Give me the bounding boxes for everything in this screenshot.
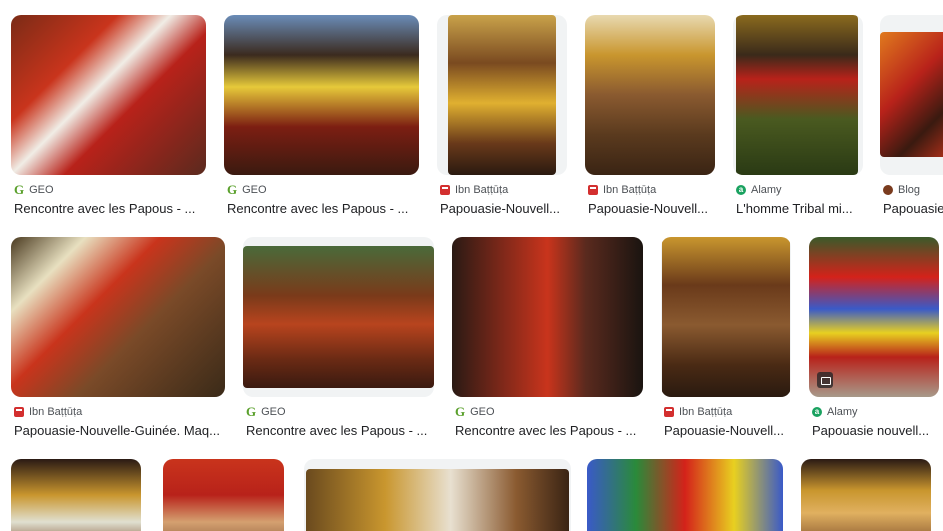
source-label: Ibn Baṭṭūṭa	[603, 184, 657, 196]
image-result[interactable]: G GEO Rencontre avec les Papous - ...	[243, 237, 434, 442]
result-thumbnail[interactable]	[11, 15, 206, 175]
source-label: Blog	[898, 184, 921, 196]
image-icon	[817, 372, 833, 388]
image-result[interactable]: Ibn Baṭṭūṭa Papouasie-Nouvelle-Guinée. M…	[11, 237, 225, 442]
result-title[interactable]: Papouasie nouvell...	[812, 423, 937, 441]
ibn-battuta-icon	[14, 407, 24, 417]
image-result[interactable]: G GEO Rencontre avec les Papous - ...	[11, 15, 206, 220]
result-thumbnail[interactable]	[11, 237, 225, 397]
result-title[interactable]: Papouasie-Nouvell...	[664, 423, 789, 441]
image-result[interactable]: Blog Papouasie	[880, 15, 943, 220]
source-label: GEO	[261, 406, 286, 418]
result-photo	[306, 469, 569, 531]
source-label: Alamy	[751, 184, 782, 196]
source-label: Ibn Baṭṭūṭa	[455, 184, 509, 196]
image-result[interactable]: Ibn Baṭṭūṭa Papouasie-Nouvell...	[585, 15, 715, 220]
result-thumbnail[interactable]	[587, 459, 783, 531]
result-source[interactable]: G GEO	[455, 405, 641, 419]
result-thumbnail[interactable]	[437, 15, 567, 175]
image-result[interactable]: Ibn Baṭṭūṭa Papouasie-Nouvell...	[661, 237, 791, 442]
source-label: GEO	[29, 184, 54, 196]
result-title[interactable]: Rencontre avec les Papous - ...	[455, 423, 641, 441]
result-photo	[448, 15, 556, 175]
image-result[interactable]: a Alamy Papouasie nouvell...	[809, 237, 939, 442]
image-result[interactable]	[11, 459, 141, 531]
result-source[interactable]: Ibn Baṭṭūṭa	[588, 183, 713, 197]
result-title[interactable]: Rencontre avec les Papous - ...	[246, 423, 432, 441]
image-result[interactable]: Ibn Baṭṭūṭa Papouasie-Nouvell...	[437, 15, 567, 220]
geo-icon: G	[227, 183, 238, 197]
result-source[interactable]: Blog	[883, 183, 943, 197]
source-label: Alamy	[827, 406, 858, 418]
result-thumbnail[interactable]	[452, 237, 643, 397]
result-thumbnail[interactable]	[163, 459, 284, 531]
result-photo	[243, 246, 434, 388]
ibn-battuta-icon	[664, 407, 674, 417]
result-thumbnail[interactable]	[585, 15, 715, 175]
source-label: GEO	[470, 406, 495, 418]
geo-icon: G	[14, 183, 25, 197]
result-source[interactable]: a Alamy	[736, 183, 861, 197]
image-result[interactable]	[587, 459, 783, 531]
result-source[interactable]: G GEO	[14, 183, 204, 197]
result-thumbnail[interactable]	[809, 237, 939, 397]
geo-icon: G	[455, 405, 466, 419]
ibn-battuta-icon	[588, 185, 598, 195]
result-thumbnail[interactable]	[304, 459, 571, 531]
source-label: Ibn Baṭṭūṭa	[679, 406, 733, 418]
result-thumbnail[interactable]	[733, 15, 863, 175]
result-source[interactable]: G GEO	[227, 183, 417, 197]
result-thumbnail[interactable]	[801, 459, 931, 531]
geo-icon: G	[246, 405, 257, 419]
source-label: GEO	[242, 184, 267, 196]
alamy-icon: a	[812, 407, 822, 417]
image-result[interactable]: G GEO Rencontre avec les Papous - ...	[224, 15, 419, 220]
result-source[interactable]: Ibn Baṭṭūṭa	[664, 405, 789, 419]
image-result[interactable]: G GEO Rencontre avec les Papous - ...	[452, 237, 643, 442]
image-result[interactable]	[304, 459, 571, 531]
result-photo	[662, 237, 790, 397]
blog-icon	[883, 185, 893, 195]
result-thumbnail[interactable]	[661, 237, 791, 397]
result-title[interactable]: Rencontre avec les Papous - ...	[14, 201, 204, 219]
result-source[interactable]: Ibn Baṭṭūṭa	[440, 183, 565, 197]
result-title[interactable]: Rencontre avec les Papous - ...	[227, 201, 417, 219]
ibn-battuta-icon	[440, 185, 450, 195]
result-thumbnail[interactable]	[880, 15, 943, 175]
image-result[interactable]	[163, 459, 284, 531]
result-title[interactable]: Papouasie-Nouvell...	[588, 201, 713, 219]
image-results-grid: G GEO Rencontre avec les Papous - ... G …	[0, 0, 943, 531]
result-title[interactable]: Papouasie-Nouvelle-Guinée. Maq...	[14, 423, 223, 441]
result-source[interactable]: a Alamy	[812, 405, 937, 419]
alamy-icon: a	[736, 185, 746, 195]
result-source[interactable]: Ibn Baṭṭūṭa	[14, 405, 223, 419]
image-result[interactable]	[801, 459, 931, 531]
result-thumbnail[interactable]	[243, 237, 434, 397]
result-title[interactable]: L'homme Tribal mi...	[736, 201, 861, 219]
result-thumbnail[interactable]	[224, 15, 419, 175]
result-title[interactable]: Papouasie	[883, 201, 943, 219]
result-photo	[880, 32, 943, 157]
source-label: Ibn Baṭṭūṭa	[29, 406, 83, 418]
result-photo	[736, 15, 858, 175]
result-title[interactable]: Papouasie-Nouvell...	[440, 201, 565, 219]
result-thumbnail[interactable]	[11, 459, 141, 531]
image-result[interactable]: a Alamy L'homme Tribal mi...	[733, 15, 863, 220]
result-source[interactable]: G GEO	[246, 405, 432, 419]
